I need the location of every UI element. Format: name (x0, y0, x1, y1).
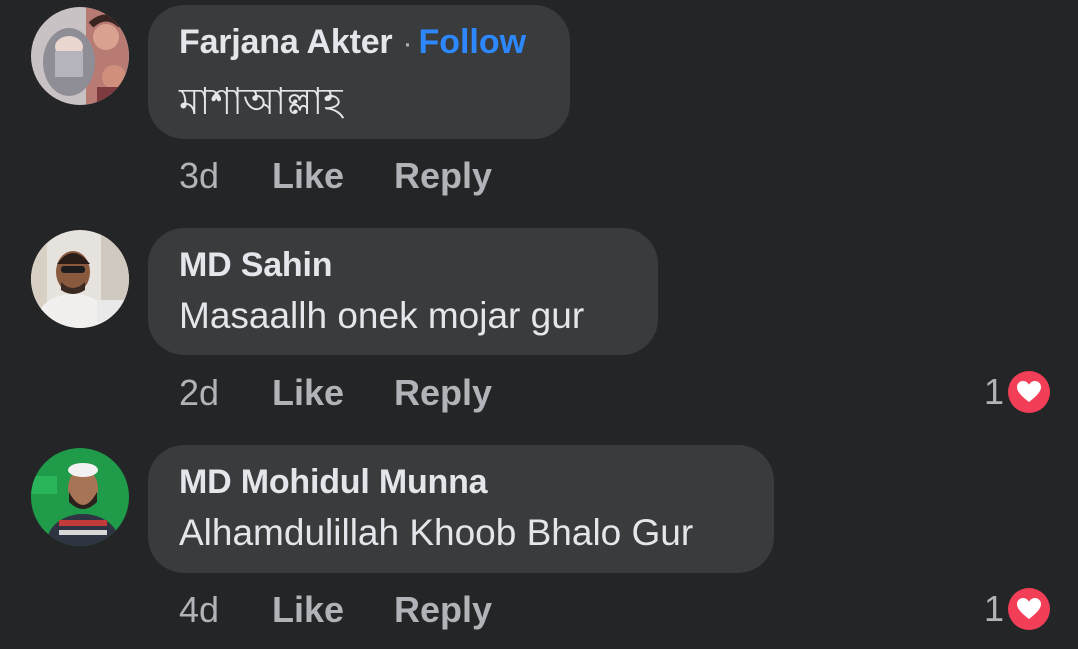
avatar[interactable] (31, 7, 129, 105)
reply-button[interactable]: Reply (394, 372, 492, 414)
comment-header: Farjana Akter · Follow (179, 23, 538, 62)
follow-button[interactable]: Follow (418, 23, 526, 62)
reply-button[interactable]: Reply (394, 155, 492, 197)
comment-text: Alhamdulillah Khoob Bhalo Gur (179, 512, 694, 553)
comment-actions: 3d Like Reply (179, 155, 492, 197)
comment-bubble: Farjana Akter · Follow মাশাআল্লাহ (148, 5, 570, 139)
comment-actions: 2d Like Reply (179, 372, 492, 414)
avatar[interactable] (31, 230, 129, 328)
comment-text: মাশাআল্লাহ (179, 80, 343, 123)
separator: · (402, 27, 413, 60)
comment-text: Masaallh onek mojar gur (179, 295, 585, 336)
comment-bubble: MD Mohidul Munna Alhamdulillah Khoob Bha… (148, 445, 774, 573)
comment-header: MD Sahin (179, 246, 626, 285)
like-button[interactable]: Like (272, 589, 394, 631)
comment-author[interactable]: Farjana Akter (179, 23, 393, 62)
comment-author[interactable]: MD Sahin (179, 246, 332, 285)
reaction-count: 1 (983, 588, 1004, 629)
like-button[interactable]: Like (272, 155, 394, 197)
comment-timestamp[interactable]: 3d (179, 155, 272, 197)
reply-button[interactable]: Reply (394, 589, 492, 631)
reaction-count: 1 (983, 371, 1004, 412)
avatar[interactable] (31, 448, 129, 546)
comment-header: MD Mohidul Munna (179, 463, 742, 502)
comment-actions: 4d Like Reply (179, 589, 492, 631)
comment-timestamp[interactable]: 2d (179, 372, 272, 414)
heart-icon (1008, 588, 1050, 630)
comment-timestamp[interactable]: 4d (179, 589, 272, 631)
heart-icon (1008, 371, 1050, 413)
comment-bubble: MD Sahin Masaallh onek mojar gur (148, 228, 658, 355)
reaction-summary[interactable]: 1 (984, 588, 1050, 630)
reaction-summary[interactable]: 1 (984, 371, 1050, 413)
like-button[interactable]: Like (272, 372, 394, 414)
comment-author[interactable]: MD Mohidul Munna (179, 463, 488, 502)
